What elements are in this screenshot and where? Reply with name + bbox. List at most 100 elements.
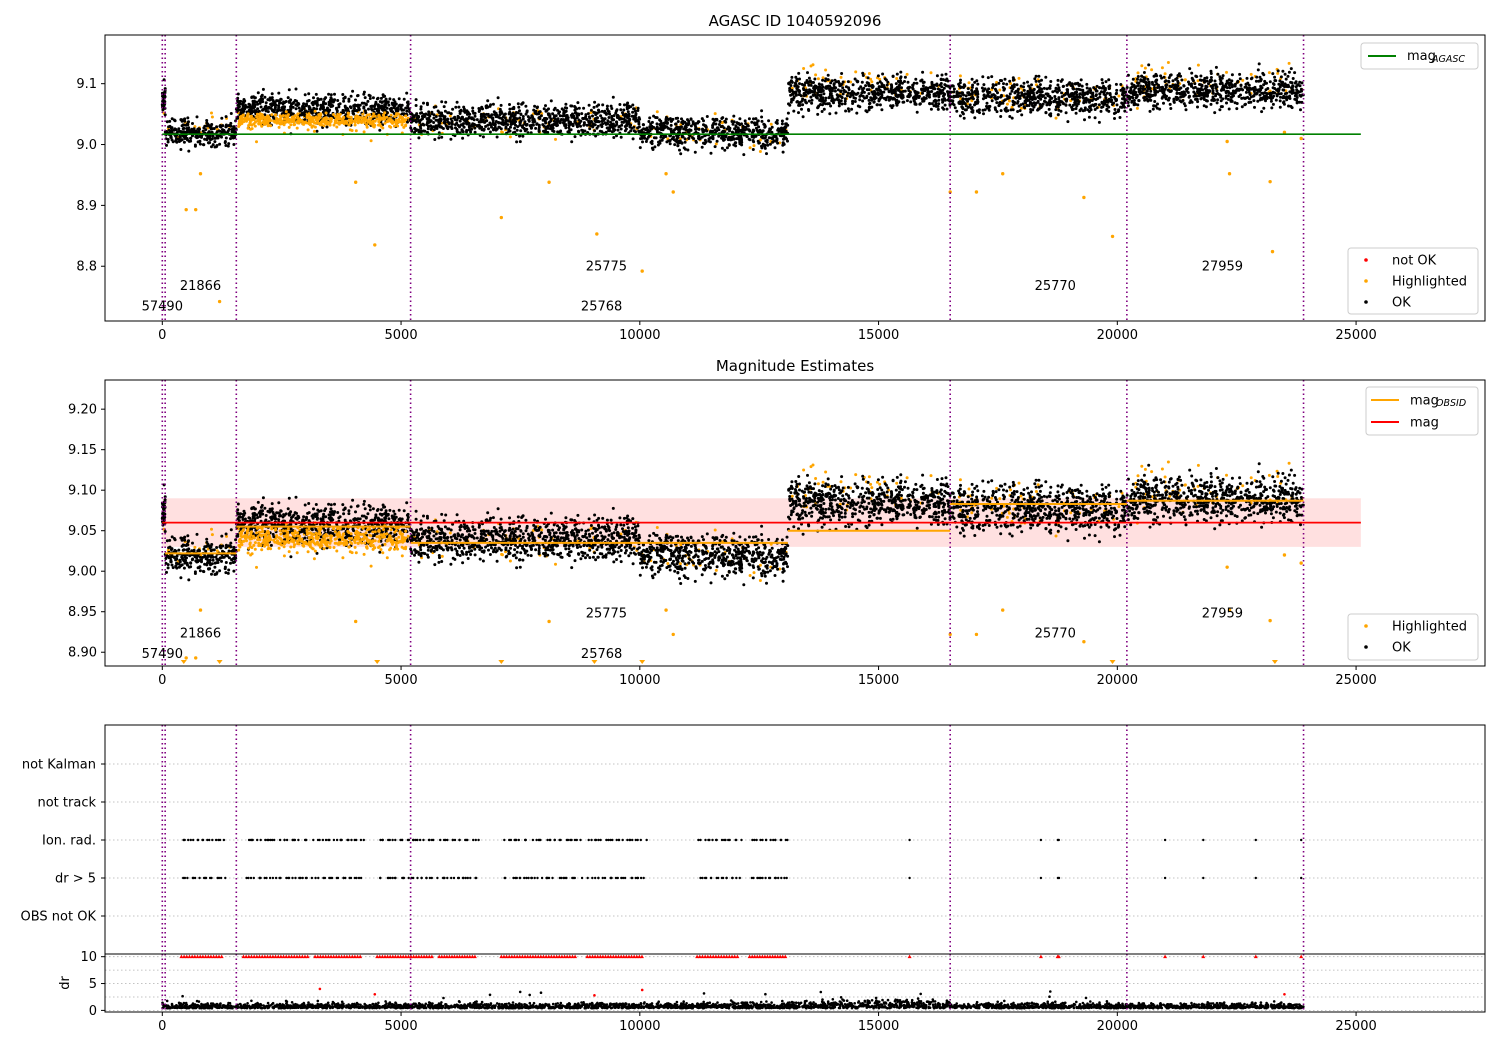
ok-point: [849, 91, 853, 95]
ok-point: [1102, 90, 1106, 94]
ok-point: [394, 102, 398, 106]
ok-point: [1020, 91, 1024, 95]
ok-point: [430, 110, 434, 114]
ok-point: [1066, 90, 1069, 94]
ok-point: [628, 124, 632, 128]
ok-point: [1086, 98, 1090, 102]
ok-point: [1017, 97, 1021, 100]
ok-point: [357, 106, 361, 110]
ok-point: [930, 80, 934, 84]
ok-point: [976, 95, 980, 99]
ok-point: [446, 117, 450, 121]
ok-point: [1243, 103, 1247, 107]
ok-point: [876, 88, 880, 92]
ok-point: [765, 140, 769, 144]
ok-point: [680, 141, 684, 145]
ok-point: [1168, 102, 1172, 106]
ok-point: [1285, 91, 1289, 95]
ok-point: [307, 105, 311, 108]
ok-point: [694, 127, 697, 131]
ok-point: [1253, 105, 1256, 109]
ok-point: [470, 124, 473, 128]
ok-point: [656, 143, 660, 147]
ok-point: [167, 125, 171, 129]
ok-point: [1176, 74, 1180, 78]
ok-point: [1220, 105, 1224, 109]
ok-point: [1287, 96, 1291, 100]
ok-point: [414, 98, 418, 102]
ok-point: [700, 145, 704, 149]
ok-point: [709, 151, 713, 155]
ok-point: [970, 106, 974, 109]
ok-point: [618, 103, 622, 106]
ok-point: [1208, 89, 1211, 93]
ok-point: [999, 95, 1003, 99]
ok-point: [721, 129, 725, 133]
ok-point: [608, 112, 612, 116]
ok-point: [806, 71, 809, 75]
ok-point: [172, 118, 176, 122]
ok-point: [263, 95, 267, 99]
highlighted-point: [210, 115, 214, 119]
ok-point: [548, 127, 552, 131]
ok-point: [1068, 95, 1071, 99]
ok-point: [937, 102, 941, 106]
ok-point: [182, 140, 186, 144]
ok-point: [444, 100, 448, 104]
ok-point: [1043, 99, 1046, 103]
ok-point: [465, 121, 469, 124]
ok-point: [719, 125, 723, 129]
ok-point: [481, 118, 485, 122]
ok-point: [414, 113, 418, 117]
ok-point: [640, 128, 644, 132]
ok-point: [685, 128, 689, 132]
ok-point: [812, 90, 816, 94]
ok-point: [541, 123, 545, 127]
ok-point: [480, 125, 484, 129]
ok-point: [346, 107, 350, 111]
ok-point: [1244, 82, 1248, 86]
ok-point: [1083, 118, 1086, 122]
ok-point: [668, 127, 672, 131]
ok-point: [1119, 83, 1123, 86]
ok-point: [738, 140, 742, 144]
ok-point: [1083, 106, 1087, 110]
ok-point: [515, 140, 519, 144]
ok-point: [823, 79, 827, 83]
ok-point: [954, 94, 958, 98]
ok-point: [1136, 75, 1140, 78]
ok-point: [660, 138, 664, 142]
ok-point: [499, 110, 503, 114]
ok-point: [1042, 94, 1045, 98]
highlighted-point: [1196, 63, 1200, 67]
ok-point: [748, 129, 752, 133]
ok-point: [714, 122, 718, 126]
ok-point: [191, 122, 194, 125]
ok-point: [316, 97, 320, 101]
ok-point: [560, 107, 564, 111]
ok-point: [480, 106, 484, 110]
ok-point: [866, 76, 870, 80]
ok-point: [801, 115, 805, 119]
ok-point: [1022, 88, 1026, 92]
ok-point: [537, 110, 541, 114]
ok-point: [810, 101, 814, 105]
ok-point: [1175, 96, 1179, 99]
ok-point: [1136, 77, 1139, 81]
ok-point: [771, 140, 775, 144]
ok-point: [1078, 109, 1082, 113]
highlighted-point: [821, 76, 825, 80]
ok-point: [1244, 85, 1248, 89]
ok-point: [567, 120, 571, 124]
ok-point: [1282, 88, 1286, 92]
ok-point: [631, 110, 635, 114]
ok-point: [962, 116, 966, 120]
ok-point: [757, 125, 761, 129]
ok-point: [672, 138, 676, 142]
ok-point: [496, 96, 500, 100]
ok-point: [639, 137, 642, 141]
ok-point: [1011, 76, 1015, 80]
ok-point: [767, 119, 771, 123]
ok-point: [615, 120, 618, 124]
highlighted-point: [1140, 64, 1144, 68]
